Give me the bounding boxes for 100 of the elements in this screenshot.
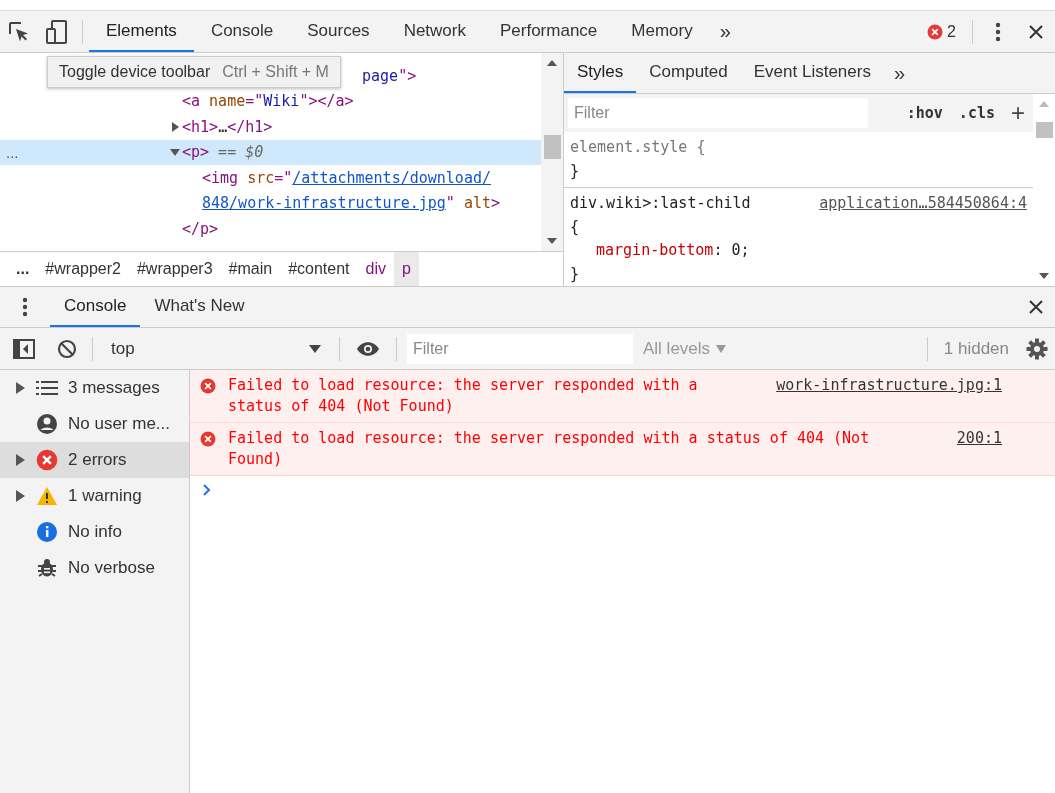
breadcrumb[interactable]: div [357, 252, 394, 286]
breadcrumb[interactable]: #wrapper3 [128, 252, 221, 286]
dom-node-row[interactable]: ... <p> == $0 [0, 139, 541, 165]
more-options-icon[interactable] [995, 21, 1001, 42]
scroll-down-icon[interactable] [1038, 272, 1050, 280]
tooltip-label: Toggle device toolbar [59, 63, 211, 81]
panel-tab[interactable]: Console [193, 11, 291, 52]
code-token: Wiki [263, 92, 300, 111]
prompt-chevron-icon[interactable] [202, 484, 212, 496]
list-icon [36, 380, 58, 396]
breadcrumb[interactable]: #content [280, 252, 358, 286]
scroll-up-icon[interactable] [546, 59, 558, 67]
message-filter-item[interactable]: No info [0, 514, 189, 550]
sidebar-tab[interactable]: Event Listeners [740, 53, 884, 93]
expand-triangle-icon[interactable] [16, 454, 25, 466]
shortcut-text: Ctrl + Shift + M [222, 63, 329, 81]
breadcrumb[interactable]: p [394, 252, 419, 286]
panel-tab[interactable]: Elements [89, 11, 194, 52]
new-rule-button[interactable]: + [1007, 99, 1029, 127]
code-token: alt [462, 194, 491, 213]
brace: } [570, 263, 581, 285]
dom-node-row[interactable]: 848/work-infrastructure.jpg" alt> [0, 190, 541, 216]
expand-triangle-icon[interactable] [16, 382, 25, 394]
url-link[interactable]: 848/work-infrastructure.jpg [202, 194, 446, 213]
code-token: </p> [182, 219, 219, 238]
message-filter-item[interactable]: No verbose [0, 550, 189, 586]
code-token: == $0 [217, 143, 264, 162]
panel-tab[interactable]: Performance [483, 11, 615, 52]
caret-icon [716, 344, 727, 353]
warning-icon [36, 486, 58, 506]
close-drawer-icon[interactable] [1028, 299, 1044, 315]
close-icon[interactable] [1028, 23, 1044, 40]
clear-console-icon[interactable] [57, 338, 77, 359]
drawer-tab[interactable]: What's New [140, 287, 259, 327]
source-link[interactable]: work-infrastructure.jpg:1 [776, 375, 1045, 417]
gear-icon[interactable] [1026, 337, 1048, 360]
styles-filter-field[interactable]: Filter [568, 98, 868, 128]
code-token: name [208, 92, 246, 111]
more-options-icon[interactable] [22, 297, 28, 317]
more-dots[interactable]: ... [6, 143, 19, 161]
message-text: Failed to load resource: the server responded with a status of 404 (Not Found) [228, 428, 871, 470]
scrollbar-thumb[interactable] [1036, 122, 1053, 138]
message-filter-item[interactable]: 2 errors [0, 442, 189, 478]
inspect-icon[interactable] [8, 20, 30, 43]
dom-node-row[interactable]: <a name="Wiki"></a> [0, 88, 541, 114]
message-filter-item[interactable]: No user me... [0, 406, 189, 442]
sidebar-tab[interactable]: Computed [636, 53, 741, 93]
expand-triangle-icon[interactable] [16, 490, 25, 502]
hidden-count: 1 hidden [942, 338, 1010, 359]
panel-tab[interactable]: Network [386, 11, 483, 52]
code-token: </h1> [227, 117, 273, 136]
error-icon [200, 378, 216, 394]
panel-tab[interactable]: Memory [614, 11, 710, 52]
breadcrumb[interactable]: #main [220, 252, 281, 286]
source-link[interactable]: application…584450864:4 [819, 192, 1027, 216]
brace: { [570, 216, 581, 238]
message-text: Failed to load resource: the server responded with a status of 404 (Not Found) [228, 375, 699, 417]
message-filter-item[interactable]: 1 warning [0, 478, 189, 514]
error-icon [927, 23, 944, 40]
message-filter-item[interactable]: 3 messages [0, 370, 189, 406]
more-tabs-button[interactable]: » [883, 61, 916, 85]
hover-state-toggle[interactable]: :hov [902, 104, 947, 122]
css-property[interactable]: margin-bottom: 0; [570, 239, 1027, 263]
code-token: <a [182, 92, 201, 111]
more-tabs-button[interactable]: » [709, 20, 741, 43]
code-token: … [218, 117, 228, 136]
css-selector: div.wiki>:last-child [570, 193, 751, 214]
sidebar-toggle-icon[interactable] [13, 338, 35, 359]
console-filter-field[interactable]: Filter [407, 333, 633, 364]
breadcrumb[interactable]: #wrapper2 [37, 252, 129, 286]
code-token: page [362, 66, 399, 85]
context-dropdown[interactable]: top [103, 338, 329, 359]
bug-icon [36, 557, 58, 579]
scrollbar-thumb[interactable] [544, 135, 561, 159]
error-icon [36, 449, 58, 471]
scroll-down-icon[interactable] [546, 237, 558, 245]
info-icon [36, 521, 58, 543]
code-token: =" [245, 92, 264, 111]
code-token: "></a> [299, 92, 354, 111]
css-selector: element.style { [570, 137, 706, 158]
code-token: " [445, 194, 455, 213]
code-token: <img [202, 168, 239, 187]
device-toolbar-icon[interactable] [46, 19, 68, 44]
brace: } [570, 160, 581, 182]
breadcrumb[interactable]: ... [8, 252, 38, 286]
dom-node-row[interactable]: <img src="/attachments/download/ [0, 165, 541, 191]
code-token: =" [274, 168, 293, 187]
caret-icon [309, 344, 321, 353]
class-toggle[interactable]: .cls [954, 104, 999, 122]
code-token: > [491, 194, 501, 213]
eye-icon[interactable] [356, 340, 380, 357]
error-counter[interactable]: 2 [917, 22, 966, 41]
url-link[interactable]: /attachments/download/ [292, 168, 491, 187]
source-link[interactable]: 200:1 [956, 428, 1045, 470]
dom-node-row[interactable]: <h1>…</h1> [0, 114, 541, 140]
user-icon [36, 413, 58, 435]
panel-tab[interactable]: Sources [290, 11, 387, 52]
error-icon [200, 431, 216, 447]
code-token: src [246, 168, 275, 187]
code-token: <h1> [182, 117, 219, 136]
